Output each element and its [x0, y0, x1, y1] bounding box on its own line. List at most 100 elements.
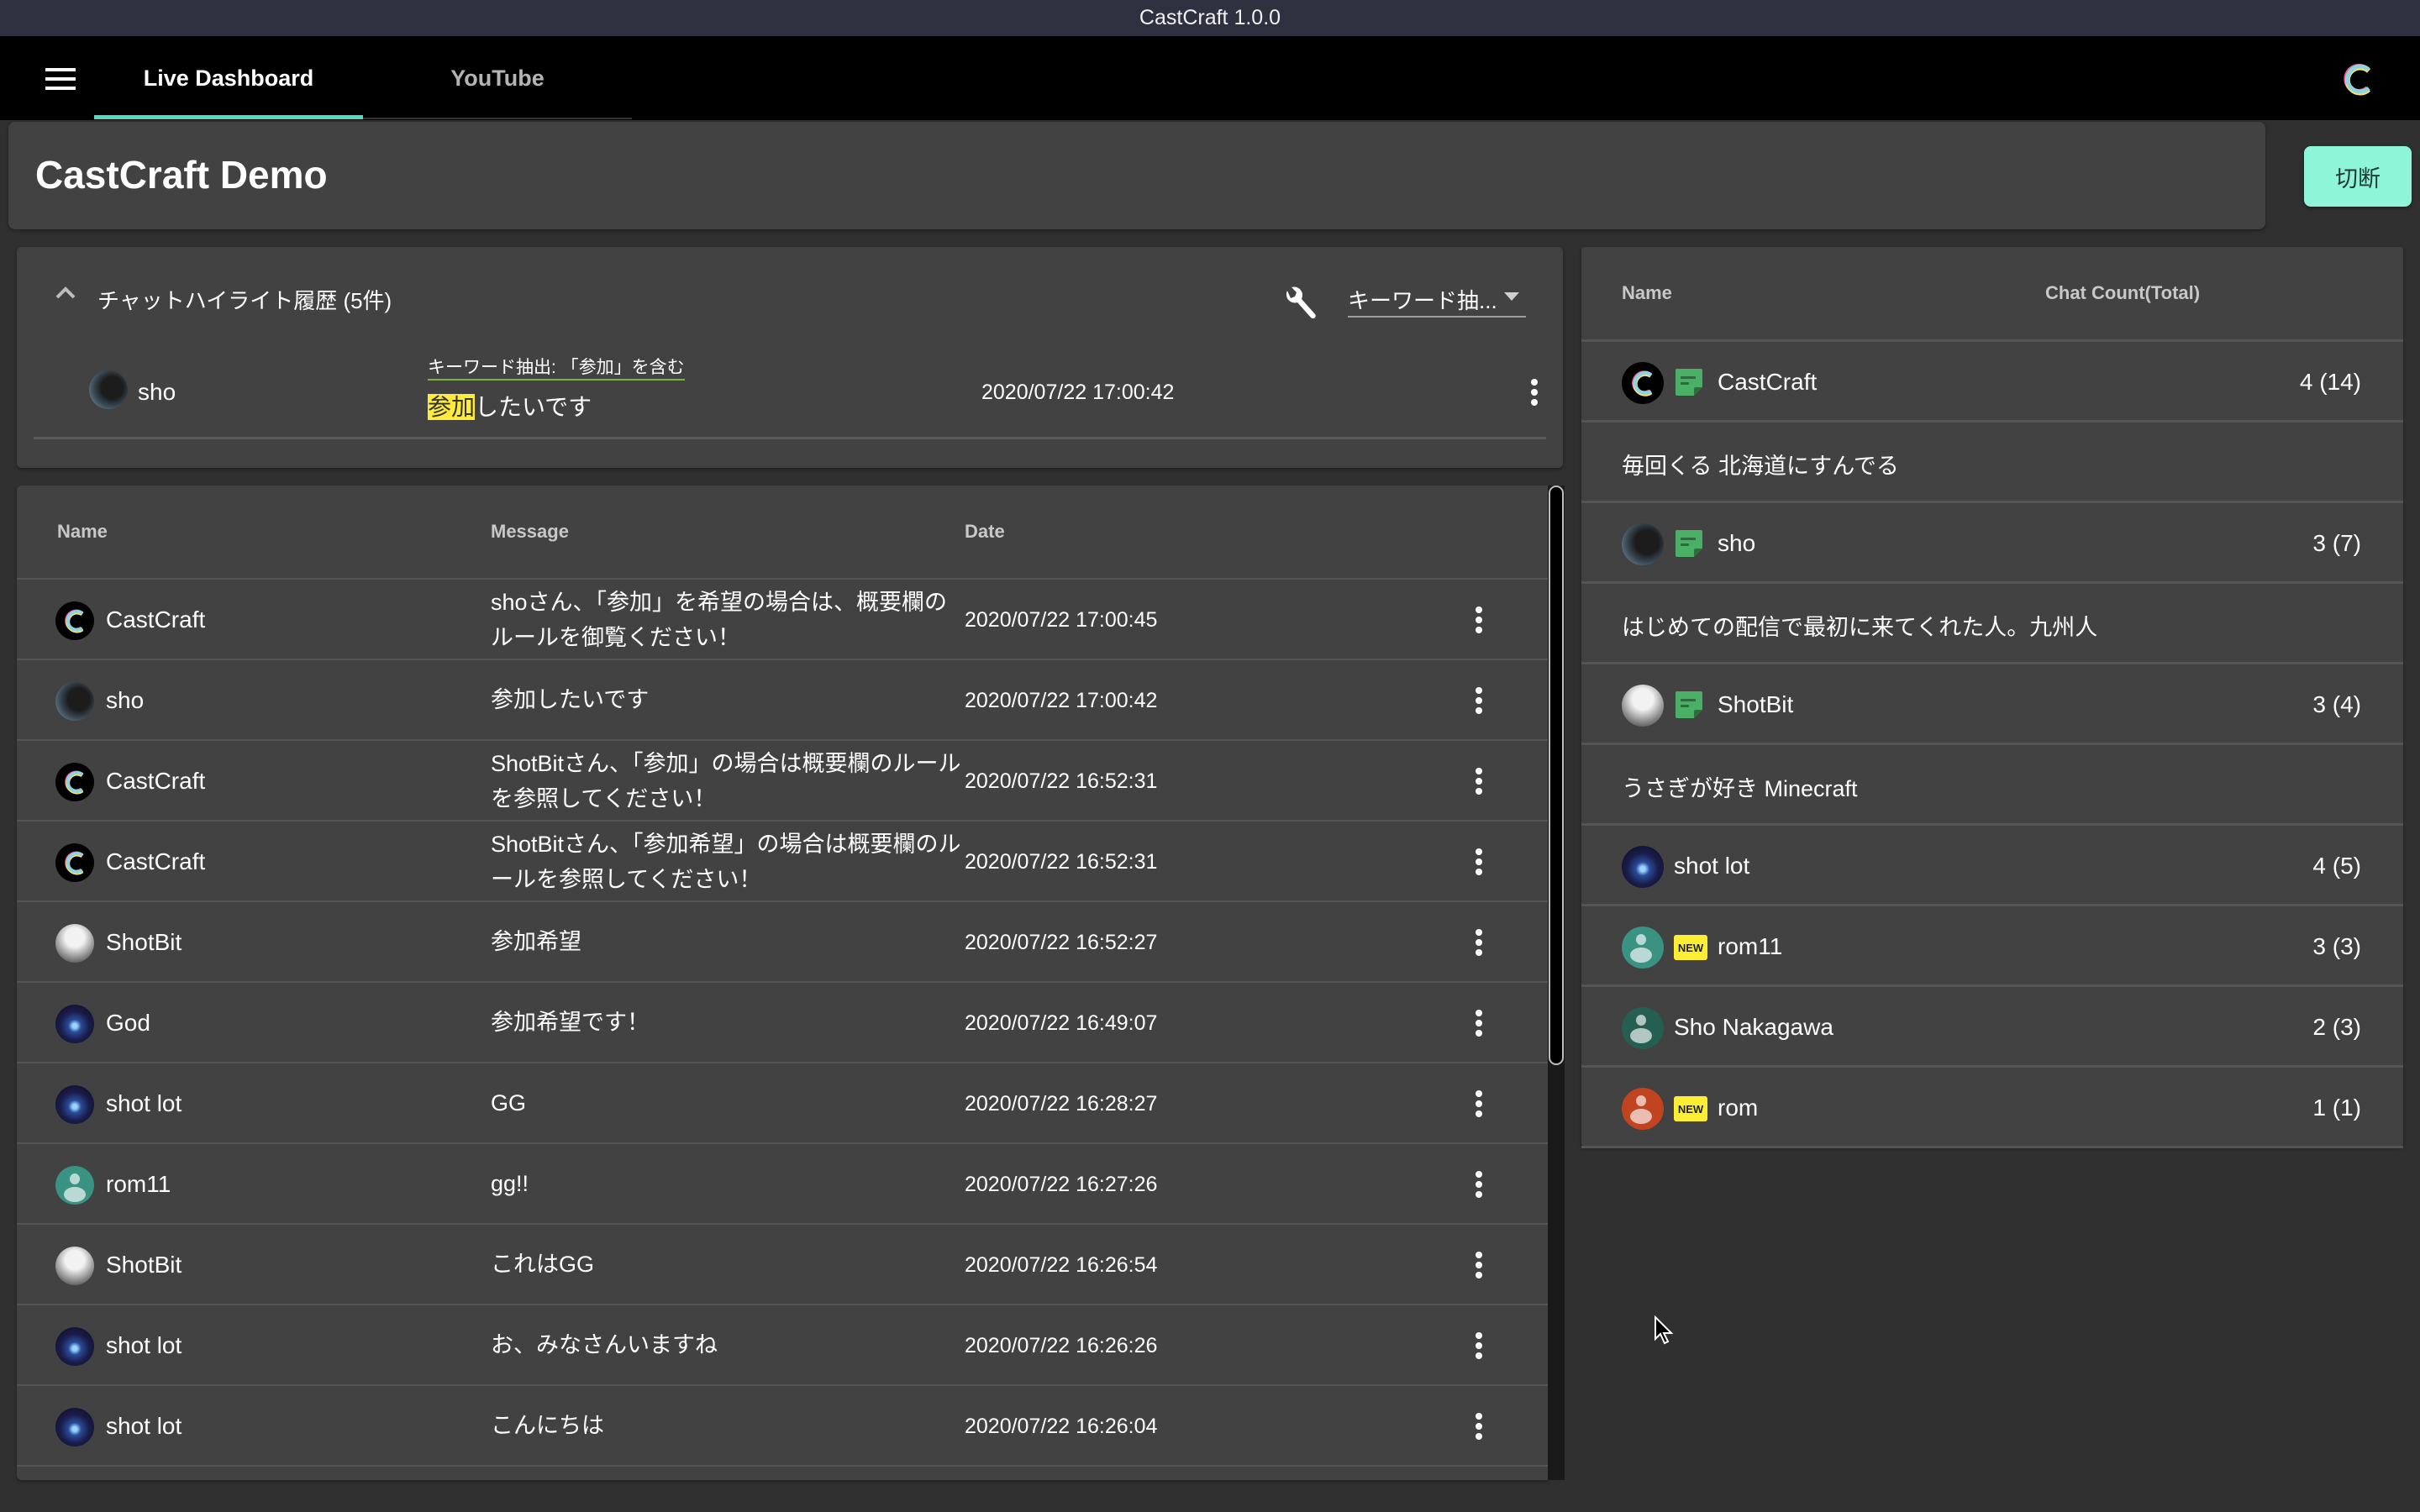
viewer-row[interactable]: shot lot 4 (5) — [1581, 826, 2403, 906]
viewer-row[interactable]: Sho Nakagawa 2 (3) — [1581, 987, 2403, 1068]
note-icon[interactable] — [1674, 690, 1704, 724]
avatar — [1622, 1007, 1664, 1049]
more-vert-icon[interactable] — [1472, 603, 1486, 637]
column-header-date[interactable]: Date — [965, 521, 1005, 543]
more-vert-icon[interactable] — [1472, 1410, 1486, 1443]
column-header-name[interactable]: Name — [57, 521, 108, 543]
avatar — [55, 1247, 94, 1285]
chat-author-name: CastCraft — [106, 768, 206, 794]
avatar — [1622, 1088, 1664, 1130]
avatar — [55, 1327, 94, 1366]
avatar — [89, 370, 128, 409]
chat-scrollbar-thumb[interactable] — [1549, 486, 1564, 1065]
viewer-row[interactable]: CastCraft 4 (14) — [1581, 342, 2403, 423]
viewer-note-row: うさぎが好き Minecraft — [1581, 745, 2403, 826]
column-header-name[interactable]: Name — [1622, 282, 1672, 304]
window-title: CastCraft 1.0.0 — [1139, 6, 1281, 29]
chat-row[interactable]: God 参加希望です！ 2020/07/22 16:49:07 — [17, 983, 1548, 1063]
highlight-filter-select[interactable]: キーワード抽... — [1348, 281, 1526, 318]
chat-date: 2020/07/22 16:49:07 — [965, 1011, 1158, 1035]
viewer-note: うさぎが好き Minecraft — [1622, 776, 1858, 801]
chat-row[interactable]: shot lot GG 2020/07/22 16:28:27 — [17, 1063, 1548, 1144]
page-title: CastCraft Demo — [35, 153, 328, 197]
chat-row[interactable]: ShotBit 参加希望 2020/07/22 16:52:27 — [17, 902, 1548, 983]
chat-message: お、みなさんいますね — [491, 1332, 718, 1357]
chat-row[interactable]: shot lot お、みなさんいますね 2020/07/22 16:26:26 — [17, 1305, 1548, 1386]
chat-author-name: shot lot — [106, 1332, 182, 1358]
chat-date: 2020/07/22 16:26:04 — [965, 1415, 1158, 1438]
more-vert-icon[interactable] — [1472, 1087, 1486, 1121]
window-title-bar: CastCraft 1.0.0 — [0, 0, 2420, 36]
chat-author-name: shot lot — [106, 1090, 182, 1116]
note-icon[interactable] — [1674, 367, 1704, 402]
column-header-message[interactable]: Message — [491, 521, 569, 543]
highlight-user-name: sho — [138, 379, 176, 405]
chat-row[interactable]: ShotBit これはGG 2020/07/22 16:26:54 — [17, 1225, 1548, 1305]
highlight-keyword: 参加 — [428, 394, 476, 420]
menu-icon[interactable] — [45, 68, 76, 90]
more-vert-icon[interactable] — [1472, 1329, 1486, 1362]
viewer-name: sho — [1718, 530, 1756, 556]
chat-author-name: rom11 — [106, 1171, 171, 1197]
chat-message: 参加希望 — [491, 929, 581, 954]
chat-date: 2020/07/22 17:00:45 — [965, 608, 1158, 632]
chat-row[interactable]: CastCraft ShotBitさん、「参加希望」の場合は概要欄のルールを参照し… — [17, 822, 1548, 902]
more-vert-icon[interactable] — [1472, 845, 1486, 879]
note-icon[interactable] — [1674, 528, 1704, 563]
viewer-row[interactable]: NEW rom11 3 (3) — [1581, 906, 2403, 987]
chat-message: こんにちは — [491, 1413, 604, 1438]
tab-live-dashboard[interactable]: Live Dashboard — [94, 36, 363, 120]
chat-message: これはGG — [491, 1252, 595, 1277]
new-badge: NEW — [1674, 1096, 1707, 1121]
more-vert-icon[interactable] — [1472, 926, 1486, 959]
dropdown-caret-icon — [1504, 292, 1519, 301]
chat-row[interactable]: sho 参加したいです 2020/07/22 17:00:42 — [17, 660, 1548, 741]
highlight-rule-label[interactable]: キーワード抽出: 「参加」を含む — [428, 357, 685, 381]
viewer-row[interactable]: NEW rom 1 (1) — [1581, 1068, 2403, 1148]
chat-message: 参加したいです — [491, 687, 650, 712]
chat-message: shoさん、「参加」を希望の場合は、概要欄のルールを御覧ください！ — [491, 590, 948, 650]
viewer-note-row: はじめての配信で最初に来てくれた人。九州人 — [1581, 584, 2403, 664]
avatar — [1622, 685, 1664, 727]
avatar — [55, 843, 94, 882]
more-vert-icon[interactable] — [1472, 1248, 1486, 1282]
viewer-name: ShotBit — [1718, 691, 1794, 717]
chat-row[interactable]: CastCraft ShotBitさん、「参加」の場合は概要欄のルールを参照してく… — [17, 741, 1548, 822]
chat-row[interactable]: shot lot こんにちは 2020/07/22 16:26:04 — [17, 1386, 1548, 1467]
viewer-list-panel: Name Chat Count(Total) CastCraft 4 (14) 毎回… — [1581, 247, 2403, 1148]
avatar — [55, 1085, 94, 1124]
tab-youtube[interactable]: YouTube — [363, 36, 632, 120]
chat-author-name: CastCraft — [106, 848, 206, 874]
more-vert-icon[interactable] — [1472, 1168, 1486, 1201]
more-vert-icon[interactable] — [1472, 684, 1486, 717]
mouse-cursor-icon — [1655, 1315, 1674, 1345]
viewer-note: はじめての配信で最初に来てくれた人。九州人 — [1622, 615, 2098, 640]
more-vert-icon[interactable] — [1472, 764, 1486, 798]
castcraft-logo-icon — [2344, 64, 2371, 96]
disconnect-button[interactable]: 切断 — [2304, 146, 2412, 207]
viewer-row[interactable]: sho 3 (7) — [1581, 503, 2403, 584]
chat-author-name: ShotBit — [106, 929, 182, 955]
column-header-chat-count[interactable]: Chat Count(Total) — [2045, 282, 2200, 304]
more-vert-icon[interactable] — [1472, 1006, 1486, 1040]
viewer-name: rom11 — [1718, 933, 1783, 959]
chat-author-name: CastCraft — [106, 606, 206, 633]
viewer-chat-count: 3 (3) — [2312, 933, 2361, 959]
castcraft-logo-icon — [65, 770, 84, 795]
viewer-row[interactable]: ShotBit 3 (4) — [1581, 664, 2403, 745]
chat-row[interactable]: rom11 gg!! 2020/07/22 16:27:26 — [17, 1144, 1548, 1225]
castcraft-logo-icon — [1632, 370, 1653, 396]
more-vert-icon[interactable] — [1528, 375, 1541, 409]
tab-label: Live Dashboard — [143, 65, 314, 91]
wrench-icon[interactable] — [1279, 284, 1319, 324]
chevron-up-icon[interactable] — [54, 284, 77, 301]
castcraft-logo-icon — [65, 609, 84, 633]
chat-message: ShotBitさん、「参加希望」の場合は概要欄のルールを参照してください！ — [491, 832, 961, 892]
avatar — [55, 924, 94, 963]
viewer-chat-count: 1 (1) — [2312, 1095, 2361, 1121]
avatar — [1622, 846, 1664, 888]
viewer-chat-count: 4 (5) — [2312, 853, 2361, 879]
viewer-chat-count: 3 (7) — [2312, 530, 2361, 556]
chat-row[interactable]: CastCraft shoさん、「参加」を希望の場合は、概要欄のルールを御覧くださ… — [17, 580, 1548, 660]
avatar — [55, 763, 94, 801]
